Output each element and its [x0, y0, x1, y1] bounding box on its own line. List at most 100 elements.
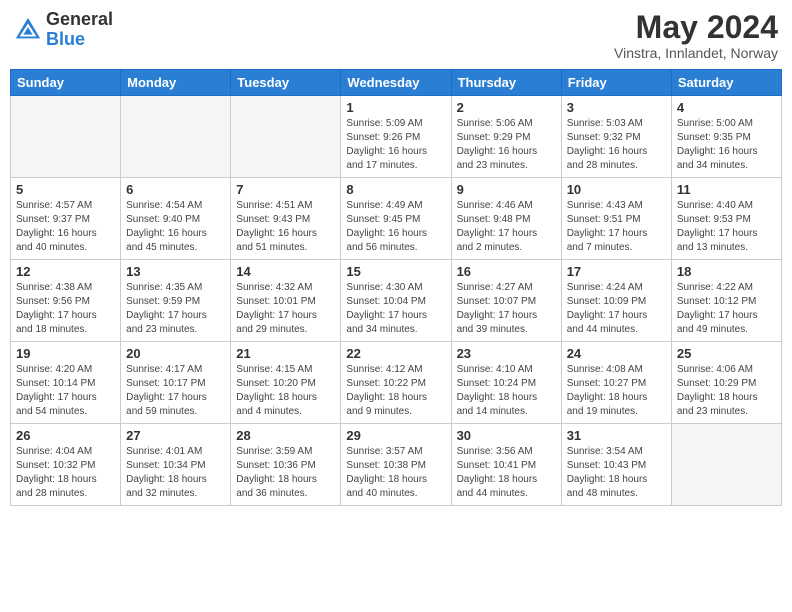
day-info: Sunrise: 4:01 AMSunset: 10:34 PMDaylight… [126, 445, 225, 501]
day-info: Sunrise: 4:57 AMSunset: 9:37 PMDaylight:… [16, 199, 115, 255]
day-info: Sunrise: 4:20 AMSunset: 10:14 PMDaylight… [16, 363, 115, 419]
day-number: 15 [346, 264, 445, 279]
calendar-cell: 4Sunrise: 5:00 AMSunset: 9:35 PMDaylight… [671, 96, 781, 178]
day-number: 17 [567, 264, 666, 279]
weekday-header-wednesday: Wednesday [341, 70, 451, 96]
day-number: 11 [677, 182, 776, 197]
calendar-cell: 8 Sunrise: 4:49 AMSunset: 9:45 PMDaylight… [341, 178, 451, 260]
day-info: Sunrise: 5:09 AMSunset: 9:26 PMDaylight:… [346, 117, 445, 173]
calendar-cell: 21Sunrise: 4:15 AMSunset: 10:20 PMDaylig… [231, 342, 341, 424]
day-number: 13 [126, 264, 225, 279]
day-info: Sunrise: 4:49 AMSunset: 9:45 PMDaylight:… [346, 199, 445, 255]
calendar-cell: 16 Sunrise: 4:27 AMSunset: 10:07 PMDaylig… [451, 260, 561, 342]
calendar-table: SundayMondayTuesdayWednesdayThursdayFrid… [10, 69, 782, 506]
day-info: Sunrise: 4:35 AMSunset: 9:59 PMDaylight:… [126, 281, 225, 337]
page: General Blue May 2024 Vinstra, Innlandet… [0, 0, 792, 612]
day-info: Sunrise: 5:03 AMSunset: 9:32 PMDaylight:… [567, 117, 666, 173]
day-number: 28 [236, 428, 335, 443]
day-info: Sunrise: 4:12 AMSunset: 10:22 PMDaylight… [346, 363, 445, 419]
day-number: 12 [16, 264, 115, 279]
day-info: Sunrise: 3:56 AMSunset: 10:41 PMDaylight… [457, 445, 556, 501]
day-info: Sunrise: 4:46 AMSunset: 9:48 PMDaylight:… [457, 199, 556, 255]
day-info: Sunrise: 4:17 AMSunset: 10:17 PMDaylight… [126, 363, 225, 419]
day-number: 23 [457, 346, 556, 361]
week-row-3: 12 Sunrise: 4:38 AMSunset: 9:56 PMDayligh… [11, 260, 782, 342]
weekday-header-saturday: Saturday [671, 70, 781, 96]
header: General Blue May 2024 Vinstra, Innlandet… [10, 10, 782, 61]
weekday-header-monday: Monday [121, 70, 231, 96]
day-info: Sunrise: 5:06 AMSunset: 9:29 PMDaylight:… [457, 117, 556, 173]
week-row-5: 26 Sunrise: 4:04 AMSunset: 10:32 PMDaylig… [11, 424, 782, 506]
weekday-header-friday: Friday [561, 70, 671, 96]
title-block: May 2024 Vinstra, Innlandet, Norway [614, 10, 778, 61]
calendar-cell: 22 Sunrise: 4:12 AMSunset: 10:22 PMDaylig… [341, 342, 451, 424]
day-info: Sunrise: 4:43 AMSunset: 9:51 PMDaylight:… [567, 199, 666, 255]
month-title: May 2024 [614, 10, 778, 45]
day-info: Sunrise: 3:57 AMSunset: 10:38 PMDaylight… [346, 445, 445, 501]
day-number: 14 [236, 264, 335, 279]
weekday-header-tuesday: Tuesday [231, 70, 341, 96]
weekday-header-sunday: Sunday [11, 70, 121, 96]
calendar-cell: 20Sunrise: 4:17 AMSunset: 10:17 PMDaylig… [121, 342, 231, 424]
logo-icon [14, 16, 42, 44]
day-number: 31 [567, 428, 666, 443]
day-number: 30 [457, 428, 556, 443]
calendar-cell: 29 Sunrise: 3:57 AMSunset: 10:38 PMDaylig… [341, 424, 451, 506]
day-info: Sunrise: 4:27 AMSunset: 10:07 PMDaylight… [457, 281, 556, 337]
location: Vinstra, Innlandet, Norway [614, 45, 778, 61]
calendar-cell: 17 Sunrise: 4:24 AMSunset: 10:09 PMDaylig… [561, 260, 671, 342]
day-info: Sunrise: 4:04 AMSunset: 10:32 PMDaylight… [16, 445, 115, 501]
logo-general-text: General [46, 9, 113, 29]
calendar-cell: 25Sunrise: 4:06 AMSunset: 10:29 PMDaylig… [671, 342, 781, 424]
calendar-cell: 7Sunrise: 4:51 AMSunset: 9:43 PMDaylight… [231, 178, 341, 260]
calendar-cell: 24 Sunrise: 4:08 AMSunset: 10:27 PMDaylig… [561, 342, 671, 424]
calendar-cell: 10 Sunrise: 4:43 AMSunset: 9:51 PMDayligh… [561, 178, 671, 260]
day-number: 18 [677, 264, 776, 279]
day-info: Sunrise: 4:08 AMSunset: 10:27 PMDaylight… [567, 363, 666, 419]
calendar-cell: 14Sunrise: 4:32 AMSunset: 10:01 PMDaylig… [231, 260, 341, 342]
calendar-cell: 9Sunrise: 4:46 AMSunset: 9:48 PMDaylight… [451, 178, 561, 260]
calendar-cell [121, 96, 231, 178]
day-number: 5 [16, 182, 115, 197]
day-info: Sunrise: 4:40 AMSunset: 9:53 PMDaylight:… [677, 199, 776, 255]
day-info: Sunrise: 4:10 AMSunset: 10:24 PMDaylight… [457, 363, 556, 419]
logo: General Blue [14, 10, 113, 50]
calendar-cell: 2 Sunrise: 5:06 AMSunset: 9:29 PMDaylight… [451, 96, 561, 178]
calendar-cell: 30 Sunrise: 3:56 AMSunset: 10:41 PMDaylig… [451, 424, 561, 506]
day-info: Sunrise: 4:22 AMSunset: 10:12 PMDaylight… [677, 281, 776, 337]
calendar-cell: 5 Sunrise: 4:57 AMSunset: 9:37 PMDaylight… [11, 178, 121, 260]
day-info: Sunrise: 3:54 AMSunset: 10:43 PMDaylight… [567, 445, 666, 501]
day-info: Sunrise: 4:30 AMSunset: 10:04 PMDaylight… [346, 281, 445, 337]
calendar-cell: 1 Sunrise: 5:09 AMSunset: 9:26 PMDaylight… [341, 96, 451, 178]
day-number: 16 [457, 264, 556, 279]
calendar-cell: 28Sunrise: 3:59 AMSunset: 10:36 PMDaylig… [231, 424, 341, 506]
day-info: Sunrise: 4:38 AMSunset: 9:56 PMDaylight:… [16, 281, 115, 337]
day-number: 24 [567, 346, 666, 361]
calendar-cell: 12 Sunrise: 4:38 AMSunset: 9:56 PMDayligh… [11, 260, 121, 342]
calendar-cell: 15 Sunrise: 4:30 AMSunset: 10:04 PMDaylig… [341, 260, 451, 342]
day-number: 1 [346, 100, 445, 115]
day-number: 29 [346, 428, 445, 443]
day-info: Sunrise: 5:00 AMSunset: 9:35 PMDaylight:… [677, 117, 776, 173]
day-number: 21 [236, 346, 335, 361]
day-number: 7 [236, 182, 335, 197]
calendar-cell [231, 96, 341, 178]
logo-text: General Blue [46, 10, 113, 50]
calendar-cell: 13 Sunrise: 4:35 AMSunset: 9:59 PMDayligh… [121, 260, 231, 342]
day-info: Sunrise: 4:54 AMSunset: 9:40 PMDaylight:… [126, 199, 225, 255]
day-number: 3 [567, 100, 666, 115]
calendar-cell [11, 96, 121, 178]
day-number: 22 [346, 346, 445, 361]
day-number: 19 [16, 346, 115, 361]
logo-blue-text: Blue [46, 29, 85, 49]
day-info: Sunrise: 4:24 AMSunset: 10:09 PMDaylight… [567, 281, 666, 337]
day-number: 6 [126, 182, 225, 197]
day-info: Sunrise: 4:06 AMSunset: 10:29 PMDaylight… [677, 363, 776, 419]
calendar-cell: 18 Sunrise: 4:22 AMSunset: 10:12 PMDaylig… [671, 260, 781, 342]
day-number: 2 [457, 100, 556, 115]
day-number: 26 [16, 428, 115, 443]
day-number: 10 [567, 182, 666, 197]
day-number: 8 [346, 182, 445, 197]
calendar-cell [671, 424, 781, 506]
weekday-header-row: SundayMondayTuesdayWednesdayThursdayFrid… [11, 70, 782, 96]
